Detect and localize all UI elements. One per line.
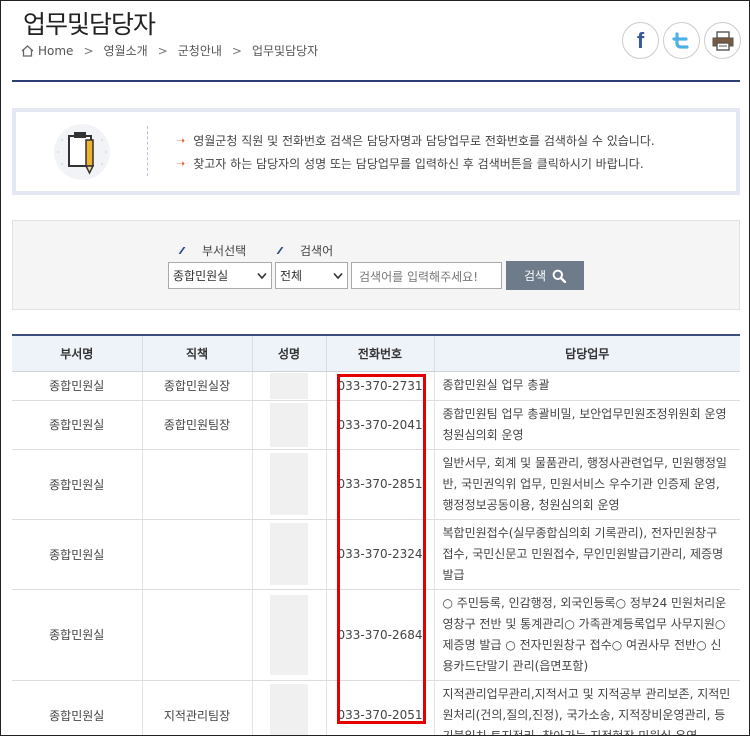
cell-name: [252, 371, 327, 401]
breadcrumb-home[interactable]: Home: [38, 44, 73, 58]
dept-select-label: 부서선택: [178, 242, 246, 259]
cell-dept: 종합민원실: [12, 371, 143, 401]
twitter-share-button[interactable]: [663, 22, 700, 59]
print-button[interactable]: [704, 22, 741, 59]
info-divider: [147, 126, 148, 176]
tick-icon: [178, 247, 191, 254]
chevron-right-icon: >: [231, 43, 242, 58]
breadcrumb-current: 업무및담당자: [251, 44, 319, 58]
dept-select[interactable]: 종합민원실: [168, 262, 272, 289]
cell-position: 종합민원팀장: [142, 400, 253, 450]
pencil-notepad-icon: [54, 124, 110, 180]
keyword-label: 검색어: [276, 242, 333, 259]
arrow-right-icon: ➝: [176, 157, 186, 170]
redacted-name: [270, 402, 308, 447]
col-header-duty: 담당업무: [434, 334, 740, 372]
cell-duty: 복합민원접수(실무종합심의회 기록관리), 전자민원창구 접수, 국민신문고 민…: [434, 519, 740, 590]
cell-name: [252, 589, 327, 681]
print-icon: [712, 30, 733, 51]
cell-duty: ○ 주민등록, 인감행정, 외국인등록○ 정부24 민원처리운영창구 전반 및 …: [434, 589, 740, 681]
cell-duty: 지적관리업무관리,지적서고 및 지적공부 관리보존, 지적민원처리(건의,질의,…: [434, 680, 740, 735]
info-text: 영월군청 직원 및 전화번호 검색은 담당자명과 담당업무로 전화번호를 검색하…: [193, 134, 655, 148]
col-header-name: 성명: [252, 334, 327, 372]
breadcrumb: Home > 영월소개 > 군청안내 > 업무및담당자: [21, 42, 318, 59]
search-icon: [552, 269, 567, 283]
redacted-name: [270, 372, 308, 399]
arrow-right-icon: ➝: [176, 134, 186, 147]
breadcrumb-office[interactable]: 군청안내: [178, 42, 222, 59]
page-title: 업무및담당자: [23, 10, 156, 39]
chevron-down-icon: [257, 272, 267, 279]
table-header-row: 부서명 직책 성명 전화번호 담당업무: [12, 334, 740, 372]
cell-position: 종합민원실장: [142, 371, 253, 401]
facebook-share-button[interactable]: f: [622, 22, 659, 59]
col-header-phone: 전화번호: [326, 334, 435, 372]
info-line: ➝ 영월군청 직원 및 전화번호 검색은 담당자명과 담당업무로 전화번호를 검…: [176, 132, 655, 149]
title-divider: [12, 80, 740, 82]
redacted-name: [270, 523, 308, 585]
search-panel: 부서선택 검색어 종합민원실 전체 검색어를 입력해주세요! 검색: [12, 220, 740, 310]
redacted-name: [270, 684, 308, 735]
cell-name: [252, 519, 327, 590]
cell-duty: 일반서무, 회계 및 물품관리, 행정사관련업무, 민원행정일반, 국민권익위 …: [434, 449, 740, 520]
chevron-right-icon: >: [157, 43, 168, 58]
info-box: ➝ 영월군청 직원 및 전화번호 검색은 담당자명과 담당업무로 전화번호를 검…: [12, 108, 740, 195]
twitter-icon: [671, 31, 689, 49]
redacted-name: [270, 594, 308, 675]
col-header-position: 직책: [142, 334, 253, 372]
facebook-icon: f: [636, 27, 645, 53]
cell-dept: 종합민원실: [12, 519, 143, 590]
home-icon[interactable]: [21, 44, 34, 57]
cell-dept: 종합민원실: [12, 449, 143, 520]
chevron-down-icon: [333, 272, 343, 279]
search-type-select[interactable]: 전체: [275, 262, 348, 289]
chevron-right-icon: >: [83, 43, 94, 58]
breadcrumb-intro[interactable]: 영월소개: [104, 42, 148, 59]
cell-dept: 종합민원실: [12, 589, 143, 681]
cell-name: [252, 680, 327, 735]
cell-name: [252, 449, 327, 520]
cell-position: [142, 589, 253, 681]
cell-position: [142, 519, 253, 590]
phone-column-highlight: [337, 374, 426, 724]
tick-icon: [276, 247, 289, 254]
search-button[interactable]: 검색: [506, 261, 584, 290]
search-input[interactable]: 검색어를 입력해주세요!: [351, 262, 502, 289]
cell-position: 지적관리팀장: [142, 680, 253, 735]
cell-position: [142, 449, 253, 520]
info-text: 찾고자 하는 담당자의 성명 또는 담당업무를 입력하신 후 검색버튼을 클릭하…: [193, 157, 644, 171]
cell-name: [252, 400, 327, 450]
col-header-dept: 부서명: [12, 334, 143, 372]
cell-dept: 종합민원실: [12, 680, 143, 735]
page-frame: 업무및담당자 Home > 영월소개 > 군청안내 > 업무및담당자 f ➝ 영…: [0, 0, 750, 736]
info-line: ➝ 찾고자 하는 담당자의 성명 또는 담당업무를 입력하신 후 검색버튼을 클…: [176, 155, 644, 172]
cell-dept: 종합민원실: [12, 400, 143, 450]
cell-duty: 종합민원팀 업무 총괄비밀, 보안업무민원조정위원회 운영청원심의회 운영: [434, 400, 740, 450]
cell-duty: 종합민원실 업무 총괄: [434, 371, 740, 401]
redacted-name: [270, 453, 308, 515]
